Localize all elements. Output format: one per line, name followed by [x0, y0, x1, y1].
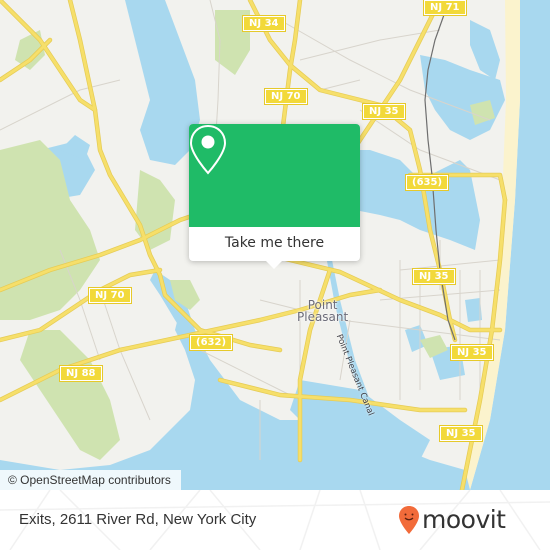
- route-shield-nj-34: NJ 34: [242, 15, 286, 32]
- moovit-logo: moovit: [398, 502, 506, 538]
- location-pin-icon: [189, 124, 227, 175]
- route-shield-nj-70: NJ 70: [264, 88, 308, 105]
- route-shield-nj-35: NJ 35: [412, 268, 456, 285]
- place-label-line2: Pleasant: [297, 310, 349, 324]
- footer: Exits, 2611 River Rd, New York City moov…: [0, 490, 550, 550]
- route-shield-nj-35: NJ 35: [362, 103, 406, 120]
- route-shield-nj-88: NJ 88: [59, 365, 103, 382]
- route-shield-nj-70: NJ 70: [88, 287, 132, 304]
- place-label-point-pleasant: Point Pleasant: [297, 299, 348, 323]
- map-attribution[interactable]: © OpenStreetMap contributors: [0, 470, 181, 490]
- map[interactable]: NJ 34 NJ 71 NJ 70 NJ 35 (635) NJ 70 NJ 3…: [0, 0, 550, 490]
- popup-header: [189, 124, 360, 227]
- inlet-arm: [470, 20, 500, 80]
- take-me-there-button[interactable]: Take me there: [189, 227, 360, 261]
- route-shield-632: (632): [188, 334, 234, 351]
- popup-tail: [266, 261, 282, 269]
- pond-ne: [465, 298, 482, 322]
- moovit-pin-icon: [399, 506, 419, 534]
- route-shield-635: (635): [404, 174, 450, 191]
- destination-popup: Take me there: [189, 124, 360, 269]
- route-shield-nj-71: NJ 71: [423, 0, 467, 16]
- park-southwest: [20, 330, 120, 460]
- location-address: Exits, 2611 River Rd, New York City: [19, 511, 257, 528]
- route-shield-nj-35: NJ 35: [439, 425, 483, 442]
- route-shield-nj-35: NJ 35: [450, 344, 494, 361]
- moovit-wordmark: moovit: [422, 505, 506, 534]
